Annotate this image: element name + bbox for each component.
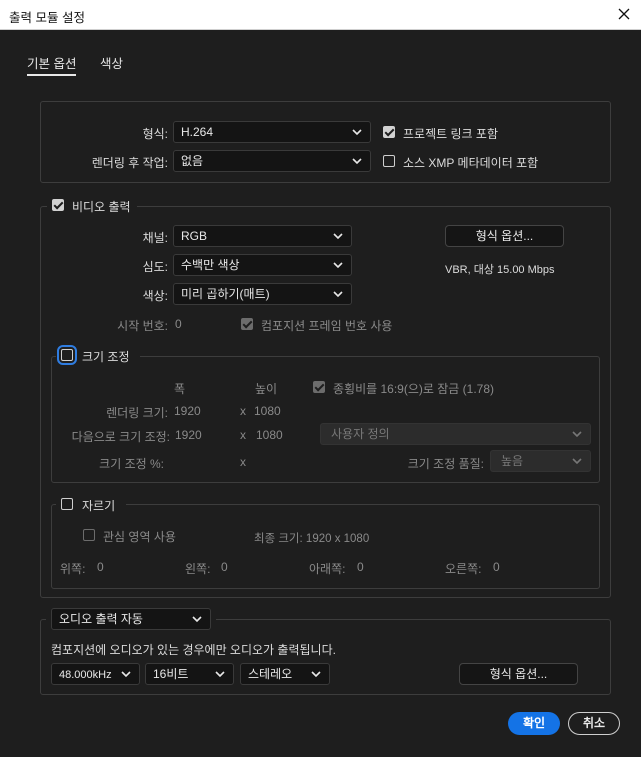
roi-label: 관심 영역 사용 bbox=[103, 530, 176, 544]
video-output-label: 비디오 출력 bbox=[72, 200, 131, 214]
bitrate-info: VBR, 대상 15.00 Mbps bbox=[445, 264, 555, 276]
chevron-down-icon bbox=[192, 616, 202, 623]
resize-quality-dropdown[interactable]: 높음 bbox=[490, 450, 591, 472]
render-width: 1920 bbox=[174, 404, 201, 418]
title-bar: 출력 모듈 설정 bbox=[0, 0, 641, 30]
crop-bottom-value[interactable]: 0 bbox=[357, 560, 364, 574]
close-icon[interactable] bbox=[614, 4, 634, 24]
crop-right-label: 오른쪽: bbox=[445, 562, 482, 576]
crop-checkbox[interactable] bbox=[61, 498, 73, 510]
chevron-down-icon bbox=[333, 233, 343, 240]
crop-right-value[interactable]: 0 bbox=[493, 560, 500, 574]
project-link-label: 프로젝트 링크 포함 bbox=[403, 127, 498, 141]
audio-rate-value: 48.000kHz bbox=[59, 669, 112, 681]
crop-left-value[interactable]: 0 bbox=[221, 560, 228, 574]
window-title: 출력 모듈 설정 bbox=[9, 11, 85, 25]
audio-format-options-button[interactable]: 형식 옵션... bbox=[459, 663, 578, 685]
cancel-button[interactable]: 취소 bbox=[568, 712, 620, 735]
resize-height[interactable]: 1080 bbox=[256, 428, 283, 442]
format-dropdown[interactable]: H.264 bbox=[173, 121, 371, 143]
crop-label: 자르기 bbox=[82, 499, 116, 513]
channel-value: RGB bbox=[181, 229, 208, 243]
chevron-down-icon bbox=[352, 129, 362, 136]
chevron-down-icon bbox=[311, 671, 321, 678]
format-value: H.264 bbox=[181, 125, 214, 139]
crop-left-label: 왼쪽: bbox=[185, 562, 211, 576]
resize-quality-value: 높음 bbox=[501, 454, 524, 468]
width-header: 폭 bbox=[174, 382, 186, 396]
chevron-down-icon bbox=[333, 291, 343, 298]
height-header: 높이 bbox=[255, 382, 278, 396]
resize-percent-label: 크기 조정 %: bbox=[99, 457, 164, 471]
audio-output-dropdown[interactable]: 오디오 출력 자동 bbox=[51, 608, 211, 630]
color-label: 색상: bbox=[142, 289, 168, 303]
format-label: 형식: bbox=[142, 127, 168, 141]
audio-bits-dropdown[interactable]: 16비트 bbox=[145, 663, 234, 685]
depth-label: 심도: bbox=[142, 260, 168, 274]
render-size-label: 렌더링 크기: bbox=[106, 406, 168, 420]
resize-x: x bbox=[240, 428, 246, 442]
resize-to-label: 다음으로 크기 조정: bbox=[71, 430, 170, 444]
post-render-value: 없음 bbox=[181, 154, 204, 168]
post-render-dropdown[interactable]: 없음 bbox=[173, 150, 371, 172]
tab-basic-options[interactable]: 기본 옵션 bbox=[27, 53, 77, 76]
start-number-label: 시작 번호: bbox=[117, 319, 168, 333]
chevron-down-icon bbox=[352, 158, 362, 165]
chevron-down-icon bbox=[572, 458, 582, 465]
depth-dropdown[interactable]: 수백만 색상 bbox=[173, 254, 352, 276]
final-size-label: 최종 크기: 1920 x 1080 bbox=[254, 530, 369, 546]
crop-top-value[interactable]: 0 bbox=[97, 560, 104, 574]
audio-channels-value: 스테레오 bbox=[248, 667, 293, 681]
chevron-down-icon bbox=[333, 262, 343, 269]
audio-rate-dropdown[interactable]: 48.000kHz bbox=[51, 663, 140, 685]
use-comp-frame-label: 컴포지션 프레임 번호 사용 bbox=[261, 319, 393, 333]
depth-value: 수백만 색상 bbox=[181, 258, 240, 272]
render-x: x bbox=[240, 404, 246, 418]
chevron-down-icon bbox=[215, 671, 225, 678]
resize-preset-dropdown[interactable]: 사용자 정의 bbox=[320, 423, 591, 445]
chevron-down-icon bbox=[121, 671, 131, 678]
render-height: 1080 bbox=[254, 404, 281, 418]
resize-width[interactable]: 1920 bbox=[175, 428, 202, 442]
resize-quality-label: 크기 조정 품질: bbox=[407, 457, 484, 471]
tab-color[interactable]: 색상 bbox=[100, 53, 123, 72]
crop-top-label: 위쪽: bbox=[60, 562, 86, 576]
resize-label: 크기 조정 bbox=[82, 350, 130, 364]
aspect-lock-checkbox[interactable] bbox=[313, 381, 325, 393]
xmp-metadata-label: 소스 XMP 메타데이터 포함 bbox=[403, 156, 539, 170]
roi-checkbox[interactable] bbox=[83, 529, 95, 541]
use-comp-frame-checkbox[interactable] bbox=[241, 318, 253, 330]
xmp-metadata-checkbox[interactable] bbox=[383, 155, 395, 167]
audio-channels-dropdown[interactable]: 스테레오 bbox=[240, 663, 330, 685]
chevron-down-icon bbox=[572, 431, 582, 438]
final-size-value: 1920 x 1080 bbox=[305, 533, 370, 545]
channel-dropdown[interactable]: RGB bbox=[173, 225, 352, 247]
start-number-value: 0 bbox=[175, 317, 182, 331]
resize-percent-x: x bbox=[240, 455, 246, 469]
ok-button[interactable]: 확인 bbox=[508, 712, 560, 735]
color-dropdown[interactable]: 미리 곱하기(매트) bbox=[173, 283, 352, 305]
video-output-checkbox[interactable] bbox=[52, 199, 64, 211]
channel-label: 채널: bbox=[142, 231, 168, 245]
audio-info: 컴포지션에 오디오가 있는 경우에만 오디오가 출력됩니다. bbox=[51, 643, 336, 657]
final-size-label-text: 최종 크기: bbox=[254, 533, 303, 545]
resize-checkbox[interactable] bbox=[57, 345, 77, 365]
project-link-checkbox[interactable] bbox=[383, 126, 395, 138]
audio-output-value: 오디오 출력 자동 bbox=[59, 612, 143, 626]
post-render-label: 렌더링 후 작업: bbox=[91, 156, 168, 170]
aspect-lock-label: 종횡비를 16:9(으)로 잠금 (1.78) bbox=[333, 382, 495, 396]
crop-bottom-label: 아래쪽: bbox=[309, 562, 346, 576]
audio-bits-value: 16비트 bbox=[153, 667, 189, 681]
resize-preset-value: 사용자 정의 bbox=[331, 427, 390, 441]
video-format-options-button[interactable]: 형식 옵션... bbox=[445, 225, 564, 247]
color-value: 미리 곱하기(매트) bbox=[181, 287, 270, 301]
